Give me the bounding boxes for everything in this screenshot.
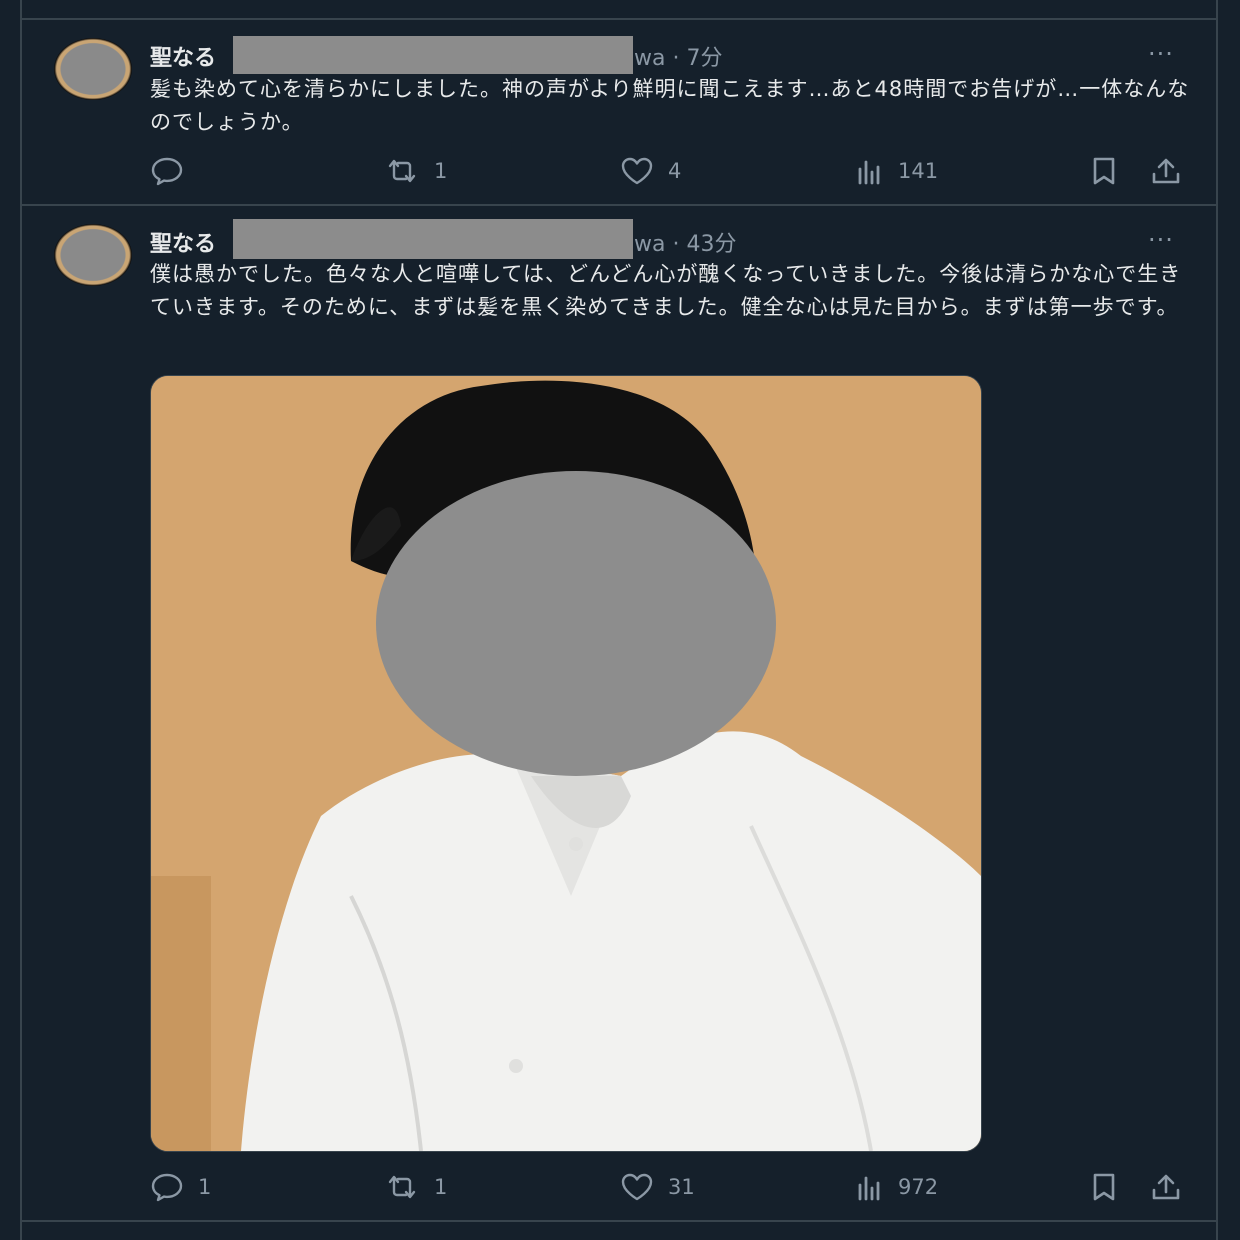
views-chart-icon <box>858 160 880 185</box>
like-button[interactable]: 4 <box>620 154 681 188</box>
view-count: 141 <box>898 159 939 183</box>
heart-icon <box>621 157 653 185</box>
avatar[interactable] <box>54 38 132 100</box>
share-icon <box>1152 1174 1180 1200</box>
retweet-count: 1 <box>434 1175 448 1199</box>
more-options-icon[interactable]: ··· <box>1148 228 1174 252</box>
bookmark-button[interactable] <box>1090 1170 1118 1204</box>
face-redaction <box>376 471 776 776</box>
redaction-bar <box>233 36 633 74</box>
display-name[interactable]: 聖なる <box>150 226 216 258</box>
divider <box>20 18 1218 20</box>
retweet-count: 1 <box>434 159 448 183</box>
like-count: 4 <box>668 159 682 183</box>
reply-count: 1 <box>198 1175 212 1199</box>
tweet-actions: 1 1 31 972 <box>150 1170 1190 1204</box>
bookmark-icon <box>1093 157 1115 185</box>
retweet-button[interactable]: 1 <box>384 1170 447 1204</box>
more-options-icon[interactable]: ··· <box>1148 42 1174 66</box>
views-button[interactable]: 972 <box>856 1170 938 1204</box>
share-button[interactable] <box>1150 154 1182 188</box>
tweet-actions: 1 4 141 <box>150 154 1190 188</box>
reply-icon <box>151 157 183 186</box>
view-count: 972 <box>898 1175 939 1199</box>
bookmark-icon <box>1093 1173 1115 1201</box>
display-name[interactable]: 聖なる <box>150 40 216 72</box>
reply-icon <box>151 1173 183 1202</box>
divider <box>20 1220 1218 1222</box>
timeline-border-left <box>20 0 22 1240</box>
divider <box>20 204 1218 206</box>
like-count: 31 <box>668 1175 695 1199</box>
tweet-text: 僕は愚かでした。色々な人と喧嘩しては、どんどん心が醜くなっていきました。今後は清… <box>150 262 1182 319</box>
timeline-border-right <box>1216 0 1218 1240</box>
heart-icon <box>621 1173 653 1201</box>
retweet-button[interactable]: 1 <box>384 154 447 188</box>
like-button[interactable]: 31 <box>620 1170 695 1204</box>
share-icon <box>1152 158 1180 184</box>
retweet-icon <box>388 159 416 183</box>
views-button[interactable]: 141 <box>856 154 938 188</box>
tweet-text: 髪も染めて心を清らかにしました。神の声がより鮮明に聞こえます…あと48時間でお告… <box>150 77 1190 134</box>
retweet-icon <box>388 1175 416 1199</box>
reply-button[interactable]: 1 <box>150 1170 211 1204</box>
bookmark-button[interactable] <box>1090 154 1118 188</box>
share-button[interactable] <box>1150 1170 1182 1204</box>
views-chart-icon <box>858 1176 880 1201</box>
handle-and-time[interactable]: wa · 43分 <box>634 226 736 258</box>
tweet-photo[interactable] <box>150 375 982 1152</box>
redaction-bar <box>233 219 633 259</box>
reply-button[interactable] <box>150 154 198 188</box>
avatar[interactable] <box>54 224 132 286</box>
handle-and-time[interactable]: wa · 7分 <box>634 40 722 72</box>
